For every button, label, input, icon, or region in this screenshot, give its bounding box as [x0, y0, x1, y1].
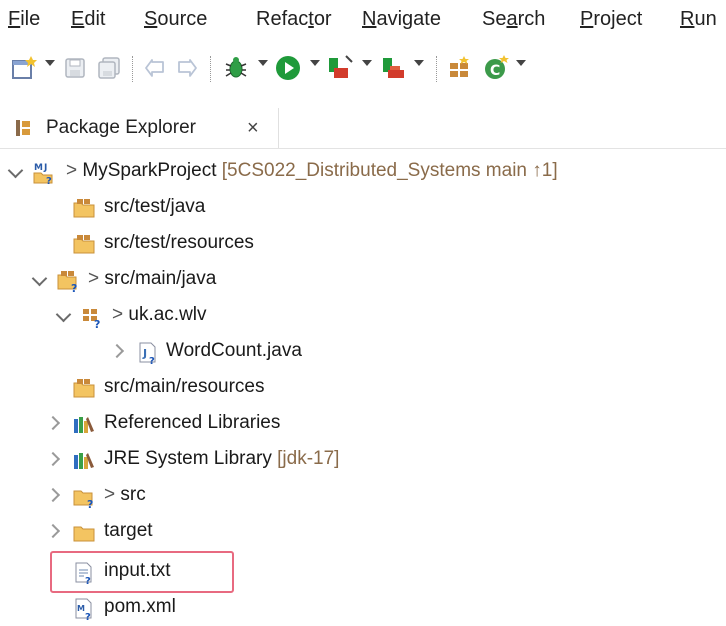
chevron-down-icon[interactable]	[57, 307, 71, 321]
chevron-down-icon[interactable]	[33, 271, 47, 285]
tree-item-project[interactable]: M J? > MySparkProject [5CS022_Distributed…	[0, 154, 726, 190]
menu-source[interactable]: Source	[144, 8, 207, 31]
tab-package-explorer[interactable]: Package Explorer ×	[0, 108, 279, 148]
java-file-icon: J?	[136, 341, 160, 367]
back-icon[interactable]	[140, 52, 170, 84]
tree-item-label: > src/main/java	[88, 268, 217, 289]
debug-dropdown-icon[interactable]	[258, 60, 268, 66]
library-icon	[72, 413, 96, 435]
save-icon[interactable]	[60, 52, 90, 84]
tree-item-label: src/test/java	[104, 196, 206, 217]
menu-search[interactable]: Search	[482, 8, 545, 31]
menu-project[interactable]: Project	[580, 8, 642, 31]
svg-text:?: ?	[71, 282, 77, 293]
folder-icon	[72, 521, 96, 543]
tree-item-input-txt[interactable]: ? input.txt	[0, 554, 726, 590]
new-class-icon[interactable]: C	[480, 52, 512, 84]
tree-item-label: src/main/resources	[104, 376, 265, 397]
tree-item-label: WordCount.java	[166, 340, 302, 361]
tree-item-wordcount[interactable]: J? WordCount.java	[0, 334, 726, 370]
folder-icon: ?	[72, 485, 96, 511]
menu-navigate[interactable]: Navigate	[362, 8, 441, 31]
svg-text:?: ?	[46, 176, 52, 185]
menu-edit[interactable]: Edit	[71, 8, 105, 31]
debug-icon[interactable]	[220, 52, 252, 84]
chevron-right-icon[interactable]	[48, 487, 62, 501]
svg-text:?: ?	[87, 498, 93, 509]
tree-item-label: target	[104, 520, 153, 541]
svg-text:?: ?	[85, 576, 91, 585]
run-dropdown-icon[interactable]	[310, 60, 320, 66]
tab-label: Package Explorer	[46, 117, 196, 138]
tree-item-label: input.txt	[104, 560, 171, 581]
tree-item-jre-system-library[interactable]: JRE System Library [jdk-17]	[0, 442, 726, 478]
svg-text:?: ?	[94, 318, 100, 329]
source-folder-icon: ?	[56, 269, 80, 295]
tree-item-src-test-java[interactable]: src/test/java	[0, 190, 726, 226]
toolbar-separator	[132, 56, 134, 82]
tree-item-label: pom.xml	[104, 596, 176, 617]
maven-project-icon: M J?	[32, 161, 56, 187]
external-tools-dropdown-icon[interactable]	[414, 60, 424, 66]
chevron-down-icon[interactable]	[9, 163, 23, 177]
svg-text:M: M	[77, 604, 85, 613]
external-tools-icon[interactable]	[378, 52, 410, 84]
chevron-right-icon[interactable]	[48, 451, 62, 465]
tree-item-label: Referenced Libraries	[104, 412, 281, 433]
view-tab-bar: Package Explorer ×	[0, 108, 726, 149]
source-folder-icon	[72, 233, 96, 255]
close-icon[interactable]: ×	[247, 117, 259, 140]
toolbar-separator	[210, 56, 212, 82]
toolbar-separator	[436, 56, 438, 82]
package-icon: ?	[80, 305, 104, 331]
tree-item-label: > uk.ac.wlv	[112, 304, 207, 325]
svg-text:?: ?	[149, 356, 155, 365]
menu-refactor[interactable]: Refactor	[256, 8, 332, 31]
new-dropdown-icon[interactable]	[45, 60, 55, 66]
source-folder-icon	[72, 377, 96, 399]
forward-icon[interactable]	[172, 52, 202, 84]
svg-text:J: J	[43, 163, 47, 173]
new-package-icon[interactable]	[444, 52, 474, 84]
tree-item-label: > src	[104, 484, 146, 505]
package-explorer-tree: M J? > MySparkProject [5CS022_Distributed…	[0, 150, 726, 623]
tree-item-src-main-java[interactable]: ? > src/main/java	[0, 262, 726, 298]
chevron-right-icon[interactable]	[48, 415, 62, 429]
chevron-right-icon[interactable]	[48, 523, 62, 537]
tree-item-pom-xml[interactable]: M? pom.xml	[0, 590, 726, 626]
menu-bar: File Edit Source Refactor Navigate Searc…	[0, 0, 726, 42]
menu-file[interactable]: File	[8, 8, 40, 31]
menu-run[interactable]: Run	[680, 8, 717, 31]
save-all-icon[interactable]	[94, 52, 124, 84]
svg-text:C: C	[490, 63, 500, 79]
chevron-right-icon[interactable]	[112, 343, 126, 357]
tree-item-src-test-resources[interactable]: src/test/resources	[0, 226, 726, 262]
tree-item-src[interactable]: ? > src	[0, 478, 726, 514]
main-toolbar: C	[0, 48, 726, 92]
tree-item-referenced-libraries[interactable]: Referenced Libraries	[0, 406, 726, 442]
text-file-icon: ?	[72, 561, 96, 587]
source-folder-icon	[72, 197, 96, 219]
project-label: > MySparkProject [5CS022_Distributed_Sys…	[66, 160, 558, 181]
library-icon	[72, 449, 96, 471]
tree-item-label: JRE System Library [jdk-17]	[104, 448, 340, 469]
coverage-dropdown-icon[interactable]	[362, 60, 372, 66]
tree-item-target[interactable]: target	[0, 514, 726, 550]
svg-text:M: M	[34, 163, 43, 173]
run-icon[interactable]	[272, 52, 304, 84]
new-icon[interactable]	[8, 52, 40, 84]
tree-item-label: src/test/resources	[104, 232, 254, 253]
new-class-dropdown-icon[interactable]	[516, 60, 526, 66]
tree-item-package[interactable]: ? > uk.ac.wlv	[0, 298, 726, 334]
xml-file-icon: M?	[72, 597, 96, 623]
tree-item-src-main-resources[interactable]: src/main/resources	[0, 370, 726, 406]
coverage-icon[interactable]	[324, 52, 356, 84]
svg-text:J: J	[142, 347, 147, 360]
package-explorer-icon	[14, 118, 34, 143]
